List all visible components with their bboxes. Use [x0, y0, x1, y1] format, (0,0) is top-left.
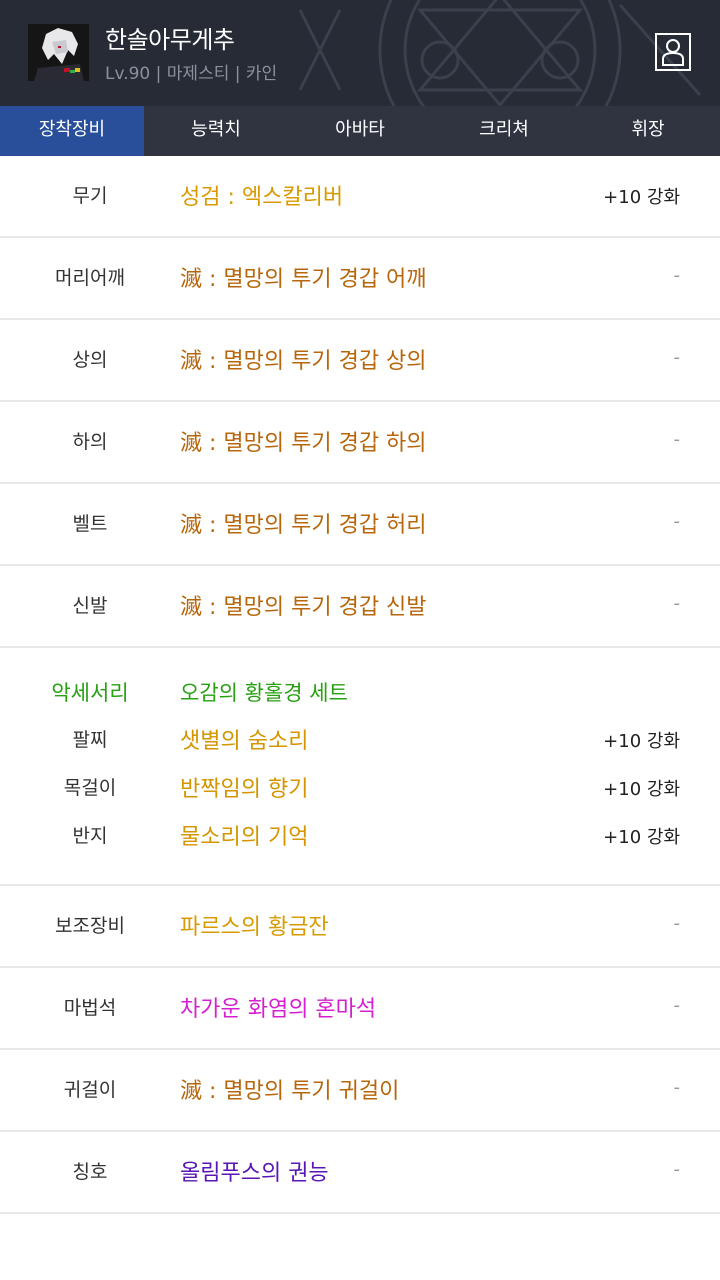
equipment-row-shoulder[interactable]: 머리어깨 滅 : 멸망의 투기 경갑 어깨 - [0, 238, 720, 320]
slot-label: 칭호 [72, 1161, 108, 1183]
accessory-row-ring[interactable]: 반지 물소리의 기억 +10 강화 [0, 818, 720, 858]
slot-label: 반지 [72, 825, 108, 847]
slot-label: 마법석 [63, 997, 117, 1019]
equipment-list: 무기 성검 : 엑스칼리버 +10 강화 머리어깨 滅 : 멸망의 투기 경갑 … [0, 156, 720, 1214]
accessory-row-bracelet[interactable]: 팔찌 샛별의 숨소리 +10 강화 [0, 722, 720, 762]
tab-avatar[interactable]: 아바타 [288, 106, 432, 156]
upgrade-level: - [673, 1077, 681, 1098]
tab-creature[interactable]: 크리쳐 [432, 106, 576, 156]
upgrade-level: - [673, 347, 681, 368]
upgrade-level: - [673, 995, 681, 1016]
slot-label: 벨트 [72, 513, 108, 535]
item-name: 滅 : 멸망의 투기 귀걸이 [180, 1079, 400, 1104]
upgrade-level: - [673, 593, 681, 614]
equipment-row-shoes[interactable]: 신발 滅 : 멸망의 투기 경갑 신발 - [0, 566, 720, 648]
profile-button[interactable] [655, 33, 691, 71]
equipment-row-magicstone[interactable]: 마법석 차가운 화염의 혼마석 - [0, 968, 720, 1050]
item-name: 성검 : 엑스칼리버 [180, 185, 344, 210]
slot-label: 무기 [72, 185, 108, 207]
tab-equipment[interactable]: 장착장비 [0, 106, 144, 156]
character-name: 한솔아무게추 [105, 26, 235, 54]
accessory-section: 악세서리 오감의 황홀경 세트 팔찌 샛별의 숨소리 +10 강화 목걸이 반짝… [0, 648, 720, 886]
item-name: 滅 : 멸망의 투기 경갑 허리 [180, 513, 427, 538]
character-header: 한솔아무게추 Lv.90 | 마제스티 | 카인 [0, 0, 720, 106]
upgrade-level: +10 강화 [603, 827, 680, 848]
item-name: 차가운 화염의 혼마석 [180, 997, 377, 1022]
upgrade-level: +10 강화 [603, 187, 680, 208]
tab-emblem[interactable]: 휘장 [576, 106, 720, 156]
accessory-set-name[interactable]: 오감의 황홀경 세트 [180, 677, 348, 707]
item-name: 샛별의 숨소리 [180, 729, 309, 754]
slot-label: 팔찌 [72, 729, 108, 751]
item-name: 물소리의 기억 [180, 825, 309, 850]
item-name: 滅 : 멸망의 투기 경갑 하의 [180, 431, 427, 456]
slot-label: 보조장비 [55, 915, 125, 937]
upgrade-level: +10 강화 [603, 731, 680, 752]
tab-bar: 장착장비 능력치 아바타 크리쳐 휘장 [0, 106, 720, 156]
equipment-row-weapon[interactable]: 무기 성검 : 엑스칼리버 +10 강화 [0, 156, 720, 238]
item-name: 반짝임의 향기 [180, 777, 309, 802]
accessory-label: 악세서리 [51, 681, 129, 705]
equipment-row-belt[interactable]: 벨트 滅 : 멸망의 투기 경갑 허리 - [0, 484, 720, 566]
character-avatar[interactable] [28, 24, 89, 81]
upgrade-level: - [673, 265, 681, 286]
upgrade-level: - [673, 429, 681, 450]
slot-label: 목걸이 [63, 777, 117, 799]
equipment-row-sub[interactable]: 보조장비 파르스의 황금잔 - [0, 886, 720, 968]
item-name: 올림푸스의 권능 [180, 1161, 329, 1186]
item-name: 파르스의 황금잔 [180, 915, 329, 940]
profile-person-icon [662, 39, 684, 66]
upgrade-level: - [673, 913, 681, 934]
slot-label: 귀걸이 [63, 1079, 117, 1101]
character-level-class-server: Lv.90 | 마제스티 | 카인 [105, 64, 278, 84]
item-name: 滅 : 멸망의 투기 경갑 상의 [180, 349, 427, 374]
equipment-row-title[interactable]: 칭호 올림푸스의 권능 - [0, 1132, 720, 1214]
item-name: 滅 : 멸망의 투기 경갑 어깨 [180, 267, 427, 292]
slot-label: 신발 [72, 595, 108, 617]
item-name: 滅 : 멸망의 투기 경갑 신발 [180, 595, 427, 620]
equipment-row-earring[interactable]: 귀걸이 滅 : 멸망의 투기 귀걸이 - [0, 1050, 720, 1132]
slot-label: 상의 [72, 349, 108, 371]
tab-stats[interactable]: 능력치 [144, 106, 288, 156]
upgrade-level: - [673, 511, 681, 532]
slot-label: 머리어깨 [55, 267, 125, 289]
equipment-row-top[interactable]: 상의 滅 : 멸망의 투기 경갑 상의 - [0, 320, 720, 402]
upgrade-level: - [673, 1159, 681, 1180]
character-portrait-icon [28, 24, 89, 81]
slot-label: 하의 [72, 431, 108, 453]
accessory-row-necklace[interactable]: 목걸이 반짝임의 향기 +10 강화 [0, 770, 720, 810]
equipment-row-bottom[interactable]: 하의 滅 : 멸망의 투기 경갑 하의 - [0, 402, 720, 484]
upgrade-level: +10 강화 [603, 779, 680, 800]
